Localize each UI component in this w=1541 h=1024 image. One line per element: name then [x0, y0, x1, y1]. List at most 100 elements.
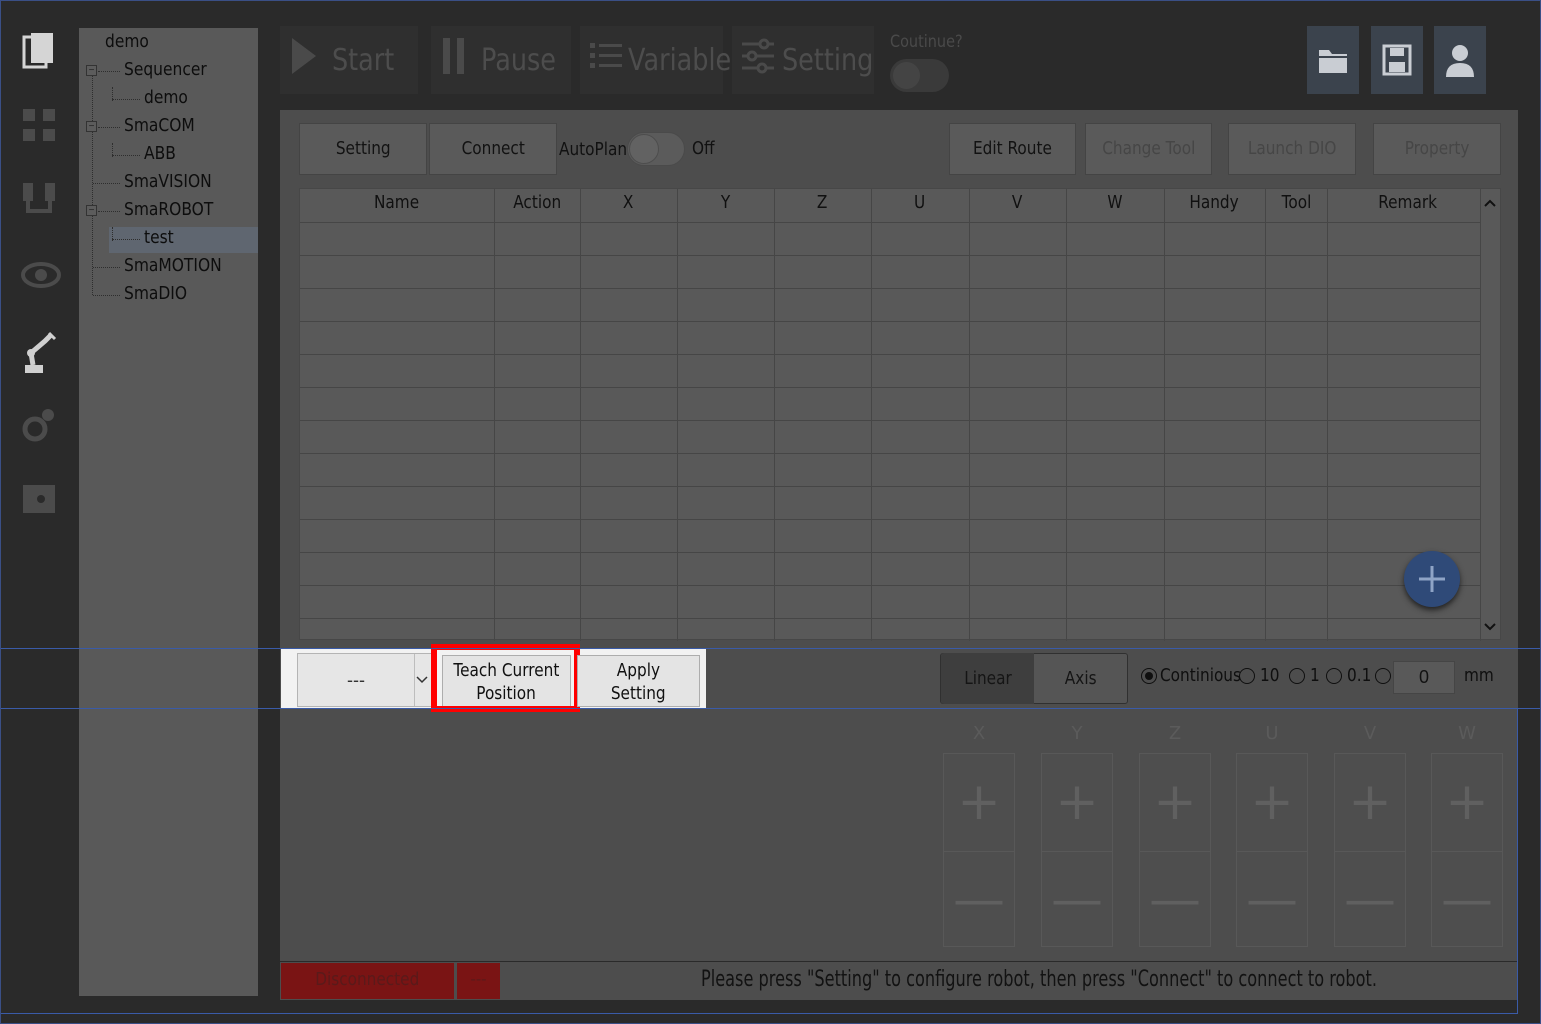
launch-dio-button[interactable]: Launch DIO [1228, 123, 1356, 175]
jog-w: + — [1431, 753, 1503, 947]
tree-node-smavision[interactable]: SmaVISION [124, 171, 212, 192]
edit-route-button[interactable]: Edit Route [949, 123, 1076, 175]
step-radio-0-1[interactable] [1326, 668, 1342, 684]
step-label-1: 1 [1310, 665, 1320, 686]
open-folder-button[interactable] [1307, 26, 1359, 94]
add-point-button[interactable] [1404, 551, 1460, 607]
guide-line [1, 648, 1540, 649]
step-radio-1[interactable] [1289, 668, 1305, 684]
tree-node-abb[interactable]: ABB [144, 143, 176, 164]
step-unit-label: mm [1464, 665, 1494, 686]
column-header-u[interactable]: U [871, 189, 969, 221]
step-label-0-1: 0.1 [1347, 665, 1372, 686]
autoplan-state: Off [692, 138, 715, 159]
guide-line [1, 708, 1540, 709]
jog-u-plus-button[interactable]: + [1237, 772, 1307, 832]
tree-guide-line [112, 99, 140, 100]
jog-axis-label-w: W [1458, 723, 1476, 744]
collapse-toggle-icon[interactable]: − [86, 65, 97, 76]
connect-button[interactable]: Connect [429, 123, 557, 175]
jog-v-minus-button[interactable]: — [1335, 870, 1405, 930]
apply-label-line2: Setting [611, 683, 666, 704]
motion-gear-icon[interactable] [21, 405, 57, 445]
chevron-down-icon [415, 672, 431, 688]
column-header-tool[interactable]: Tool [1265, 189, 1327, 221]
tree-guide-line [98, 71, 120, 72]
tree-guide-line [98, 127, 120, 128]
jog-x-minus-button[interactable]: — [944, 870, 1014, 930]
step-radio-custom[interactable] [1375, 668, 1391, 684]
step-value-input[interactable]: 0 [1393, 661, 1455, 694]
property-button[interactable]: Property [1373, 123, 1501, 175]
jog-axis-label-y: Y [1071, 723, 1083, 744]
jog-x-plus-button[interactable]: + [944, 772, 1014, 832]
communication-icon[interactable] [21, 179, 57, 219]
jog-y-minus-button[interactable]: — [1042, 870, 1112, 930]
save-button[interactable] [1371, 26, 1423, 94]
user-button[interactable] [1434, 26, 1486, 94]
tree-node-smarobot[interactable]: SmaROBOT [124, 199, 213, 220]
point-select-value: --- [347, 670, 365, 690]
apply-setting-button[interactable]: Apply Setting [577, 655, 700, 707]
jog-v-plus-button[interactable]: + [1335, 772, 1405, 832]
jog-v: + — [1334, 753, 1406, 947]
vision-eye-icon[interactable] [21, 255, 61, 295]
continue-label: Coutinue? [890, 32, 963, 52]
collapse-toggle-icon[interactable]: − [86, 121, 97, 132]
column-header-remark[interactable]: Remark [1327, 189, 1489, 221]
linear-mode-tab[interactable]: Linear [941, 653, 1034, 704]
jog-axis-label-v: V [1363, 723, 1377, 744]
tree-node-smadio[interactable]: SmaDIO [124, 283, 187, 304]
scroll-down-icon[interactable] [1483, 619, 1499, 635]
pause-button[interactable]: Pause [431, 26, 571, 94]
continue-toggle[interactable] [890, 59, 949, 92]
jog-z-minus-button[interactable]: — [1140, 870, 1210, 930]
jog-u-minus-button[interactable]: — [1237, 870, 1307, 930]
column-header-z[interactable]: Z [774, 189, 871, 221]
step-radio-10[interactable] [1239, 668, 1255, 684]
start-button[interactable]: Start [280, 26, 418, 94]
setting-toolbar-label: Setting [782, 42, 874, 78]
jog-w-minus-button[interactable]: — [1432, 870, 1502, 930]
autoplan-toggle[interactable] [627, 132, 685, 166]
tree-root[interactable]: demo [105, 31, 149, 52]
pause-icon [441, 36, 467, 85]
scroll-up-icon[interactable] [1483, 195, 1499, 211]
setting-toolbar-button[interactable]: Setting [732, 26, 874, 94]
tree-node-sequencer-demo[interactable]: demo [144, 87, 188, 108]
variable-button[interactable]: Variable [580, 26, 731, 94]
jog-z: + — [1139, 753, 1211, 947]
tree-guide-line [93, 183, 120, 184]
column-header-y[interactable]: Y [677, 189, 774, 221]
jog-w-plus-button[interactable]: + [1432, 772, 1502, 832]
connection-status-badge: Disconnected [281, 963, 454, 999]
file-icon[interactable] [21, 31, 57, 71]
step-radio-continious[interactable] [1141, 668, 1157, 684]
change-tool-button[interactable]: Change Tool [1085, 123, 1212, 175]
robot-arm-icon[interactable] [21, 331, 57, 373]
column-header-action[interactable]: Action [494, 189, 580, 221]
tree-node-test[interactable]: test [144, 227, 174, 248]
tree-node-sequencer[interactable]: Sequencer [124, 59, 207, 80]
axis-mode-tab[interactable]: Axis [1034, 653, 1127, 704]
tree-node-smamotion[interactable]: SmaMOTION [124, 255, 222, 276]
jog-y-plus-button[interactable]: + [1042, 772, 1112, 832]
jog-x: + — [943, 753, 1015, 947]
collapse-toggle-icon[interactable]: − [86, 205, 97, 216]
highlight-box [431, 644, 580, 712]
app-window: − − − demo Sequencer demo SmaCOM ABB Sma… [0, 0, 1541, 1024]
dio-icon[interactable] [21, 479, 57, 519]
tree-guide-line [92, 73, 93, 295]
sliders-icon [742, 38, 774, 83]
column-header-handy[interactable]: Handy [1164, 189, 1265, 221]
column-header-x[interactable]: X [580, 189, 677, 221]
point-select[interactable]: --- [297, 653, 432, 707]
jog-z-plus-button[interactable]: + [1140, 772, 1210, 832]
column-header-name[interactable]: Name [300, 189, 494, 221]
column-header-w[interactable]: W [1066, 189, 1164, 221]
sequencer-icon[interactable] [21, 105, 57, 145]
setting-button[interactable]: Setting [299, 123, 427, 175]
jog-axis-label-u: U [1265, 723, 1279, 744]
column-header-v[interactable]: V [969, 189, 1066, 221]
tree-node-smacom[interactable]: SmaCOM [124, 115, 195, 136]
